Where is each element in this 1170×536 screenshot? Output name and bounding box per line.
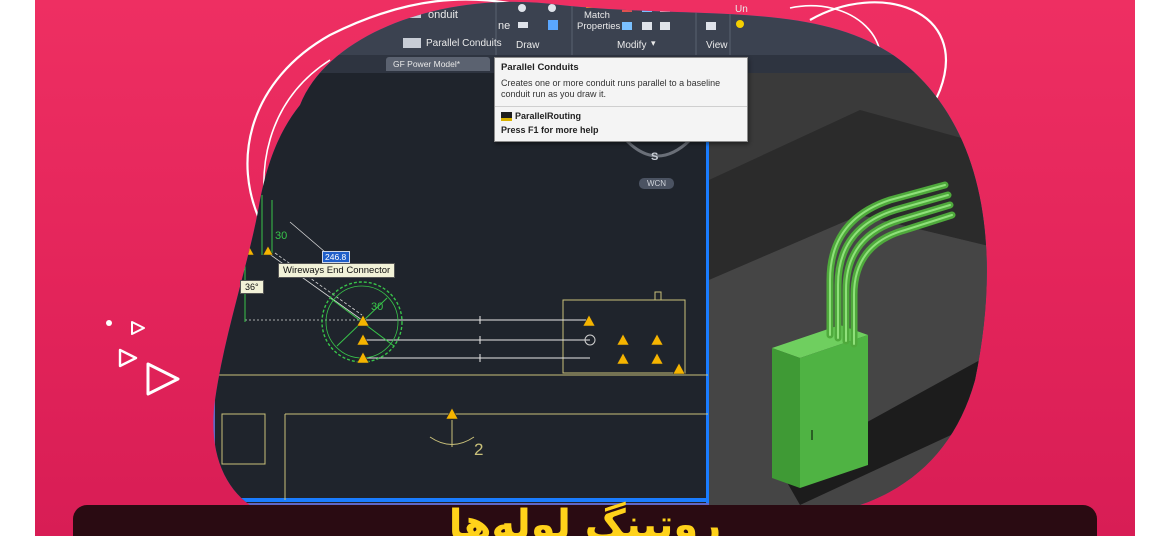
tooltip-command: ParallelRouting (501, 111, 741, 121)
model-tab[interactable]: GF Power Model* (386, 57, 490, 71)
match-properties-line1[interactable]: Match (584, 10, 610, 21)
triangle-play-icon (146, 362, 180, 396)
parallel-conduits-tooltip: Parallel Conduits Creates one or more co… (494, 57, 748, 142)
wireways-end-connector-tip: Wireways End Connector (278, 263, 396, 278)
tooltip-command-name: ParallelRouting (515, 111, 582, 121)
ribbon-conduit-label[interactable]: onduit (428, 9, 458, 21)
panel-view-label[interactable]: View (706, 40, 728, 51)
3d-electrical-panel[interactable] (772, 325, 868, 488)
angle-value-tip: 36° (240, 280, 264, 294)
dot-icon (106, 320, 112, 326)
title-banner: روتینگ لوله‌ها (73, 502, 1097, 536)
green-label-30-circle: 30 (371, 301, 384, 313)
triangle-play-icon (131, 321, 145, 335)
parallel-conduits-button[interactable]: Parallel Conduits (426, 38, 502, 49)
ribbon-un-label: Un (735, 4, 748, 15)
match-properties-line2[interactable]: Properties (577, 21, 620, 32)
panel-modify-label[interactable]: Modify (617, 40, 646, 51)
viewcube-south[interactable]: S (651, 151, 658, 163)
viewcube-wcs[interactable]: WCN (639, 178, 674, 189)
ribbon-ne-label: ne (498, 20, 511, 32)
green-label-30-top: 30 (275, 230, 288, 242)
command-icon (501, 111, 512, 121)
triangle-play-icon (118, 348, 138, 368)
dimension-input[interactable]: 246.8 (322, 251, 350, 263)
tooltip-title: Parallel Conduits (501, 62, 579, 73)
banner-title: روتینگ لوله‌ها (448, 502, 722, 536)
plan-label-2: 2 (474, 440, 484, 459)
play-decoration (106, 320, 180, 396)
tooltip-description: Creates one or more conduit runs paralle… (501, 78, 721, 99)
tooltip-help: Press F1 for more help (501, 125, 599, 135)
panel-draw-label[interactable]: Draw (516, 40, 539, 51)
tooltip-separator (495, 106, 747, 107)
modify-dropdown-icon[interactable]: ▾ (651, 38, 656, 49)
